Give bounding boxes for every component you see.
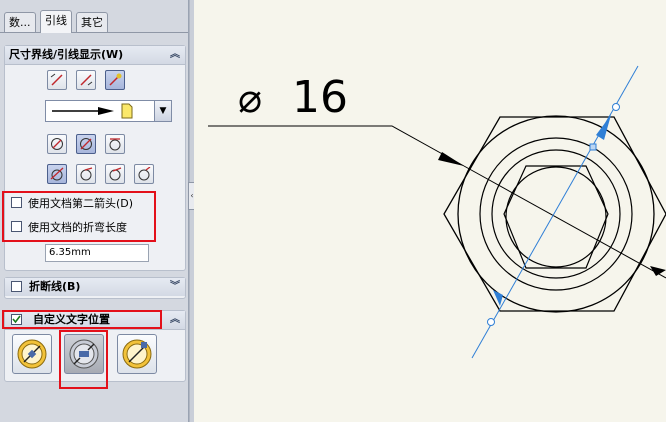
leader-style-icon	[50, 167, 64, 181]
expand-chevron-icon[interactable]: ︾	[170, 278, 180, 296]
text-position-solid-leader-button[interactable]	[12, 334, 52, 374]
diametric-leader-icon	[80, 138, 92, 150]
leader-outside-button[interactable]	[47, 70, 67, 90]
collapse-chevron-icon[interactable]: ︽	[170, 46, 180, 64]
leader-style-4-button[interactable]	[134, 164, 154, 184]
selected-leader-line[interactable]	[471, 65, 639, 359]
arrows-inside-icon	[80, 74, 93, 86]
diameter-dimension-line	[463, 165, 666, 279]
leader-linear-button[interactable]	[105, 134, 125, 154]
solid-leader-text-icon	[17, 339, 47, 369]
leader-style-icon	[80, 167, 93, 181]
leader-style-2-button[interactable]	[76, 164, 96, 184]
text-position-outside-leader-button[interactable]	[117, 334, 157, 374]
diameter-symbol: ⌀	[238, 76, 262, 122]
highlight-box	[2, 310, 162, 329]
property-manager-panel: 数... 引线 其它 尺寸界线/引线显示(W) ︽ ▼ 使用文档第二箭头(D) …	[0, 0, 189, 422]
break-line-group: 折断线(B) ︾	[4, 277, 186, 299]
group-title: 折断线(B)	[29, 280, 81, 293]
collapse-chevron-icon[interactable]: ︽	[170, 311, 180, 329]
chevron-down-icon[interactable]: ▼	[154, 101, 171, 121]
leader-style-icon	[109, 167, 122, 181]
leader-inside-button[interactable]	[76, 70, 96, 90]
highlight-box	[2, 191, 156, 242]
leader-diametric-button[interactable]	[76, 134, 96, 154]
dimension-leader-line[interactable]	[208, 125, 465, 167]
linear-leader-icon	[109, 138, 121, 151]
group-title: 尺寸界线/引线显示(W)	[9, 48, 124, 61]
break-line-checkbox[interactable]	[11, 281, 22, 292]
leader-style-1-button[interactable]	[47, 164, 67, 184]
leader-smart-button[interactable]	[105, 70, 125, 90]
arrow-style-select[interactable]: ▼	[45, 100, 172, 122]
tab-dimension[interactable]: 数...	[4, 12, 36, 32]
leader-radial-button[interactable]	[47, 134, 67, 154]
arrows-outside-icon	[50, 73, 63, 86]
leader-arrowhead	[438, 152, 464, 166]
leader-style-icon	[138, 167, 151, 181]
bolt-circle	[491, 149, 621, 279]
tab-leaders[interactable]: 引线	[40, 10, 72, 33]
hex-nut-outline	[443, 116, 666, 312]
drawing-canvas[interactable]: ⌀ 16	[194, 0, 666, 422]
bend-length-input[interactable]: 6.35mm	[45, 244, 149, 262]
tab-label: 其它	[81, 16, 103, 29]
outside-leader-text-icon	[122, 339, 152, 369]
tab-strip: 数... 引线 其它	[0, 10, 188, 33]
radial-leader-icon	[51, 138, 63, 150]
leader-display-header[interactable]: 尺寸界线/引线显示(W) ︽	[5, 46, 185, 65]
dimension-value-text[interactable]: 16	[292, 72, 348, 123]
nut-outer-circle	[457, 115, 655, 313]
leader-style-3-button[interactable]	[105, 164, 125, 184]
tab-label: 引线	[45, 14, 67, 27]
selection-arrow-top	[596, 115, 611, 140]
selection-handle-top[interactable]	[612, 103, 620, 111]
tab-label: 数...	[9, 16, 31, 29]
selection-handle-mid[interactable]	[589, 143, 597, 151]
break-line-header[interactable]: 折断线(B) ︾	[5, 278, 185, 296]
smart-arrow-icon	[109, 73, 122, 86]
drawing-svg: ⌀ 16	[208, 65, 666, 359]
selection-handle-bottom[interactable]	[487, 318, 495, 326]
arrow-style-icon	[52, 103, 133, 119]
tab-other[interactable]: 其它	[76, 12, 108, 32]
highlight-box	[59, 330, 108, 389]
